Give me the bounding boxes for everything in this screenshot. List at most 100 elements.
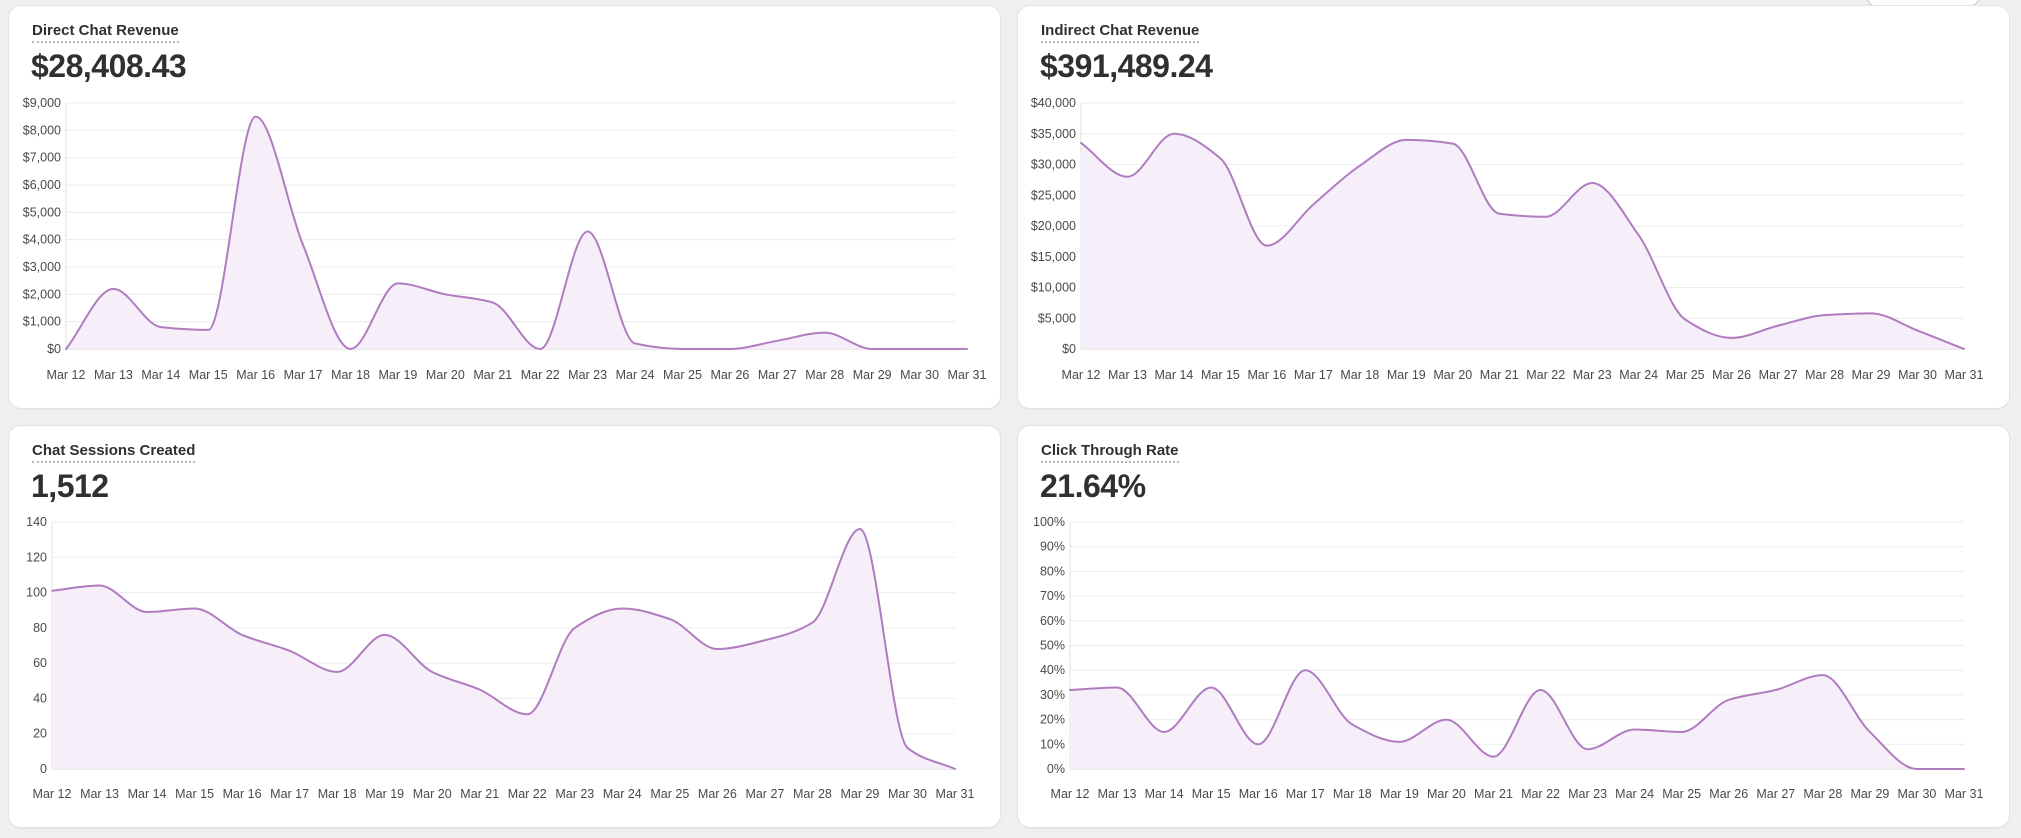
data-point[interactable]	[965, 347, 969, 351]
data-point[interactable]	[1821, 673, 1825, 677]
x-tick-label: Mar 24	[603, 787, 642, 801]
data-point[interactable]	[111, 287, 115, 291]
data-point[interactable]	[810, 621, 814, 625]
data-point[interactable]	[1915, 767, 1919, 771]
x-tick-label: Mar 19	[365, 787, 404, 801]
data-point[interactable]	[586, 229, 590, 233]
series-area	[52, 529, 955, 769]
x-tick-label: Mar 23	[555, 787, 594, 801]
x-tick-label: Mar 15	[1201, 368, 1240, 382]
data-point[interactable]	[1451, 142, 1455, 146]
data-point[interactable]	[1730, 336, 1734, 340]
data-point[interactable]	[430, 670, 434, 674]
data-point[interactable]	[1172, 132, 1176, 136]
data-point[interactable]	[1774, 688, 1778, 692]
data-point[interactable]	[870, 347, 874, 351]
data-point[interactable]	[680, 347, 684, 351]
data-point[interactable]	[1358, 164, 1362, 168]
data-point[interactable]	[1727, 698, 1731, 702]
data-point[interactable]	[1218, 156, 1222, 160]
data-point[interactable]	[525, 712, 529, 716]
y-tick-label: $1,000	[23, 315, 61, 329]
y-tick-label: 20%	[1040, 713, 1065, 727]
data-point[interactable]	[1539, 688, 1543, 692]
data-point[interactable]	[823, 331, 827, 335]
data-point[interactable]	[1162, 730, 1166, 734]
data-point[interactable]	[159, 325, 163, 329]
data-point[interactable]	[98, 584, 102, 588]
x-tick-label: Mar 25	[650, 787, 689, 801]
x-tick-label: Mar 12	[33, 787, 72, 801]
data-point[interactable]	[240, 633, 244, 637]
data-point[interactable]	[1444, 718, 1448, 722]
data-point[interactable]	[206, 328, 210, 332]
data-point[interactable]	[1115, 685, 1119, 689]
data-point[interactable]	[349, 347, 353, 351]
data-point[interactable]	[64, 347, 68, 351]
data-point[interactable]	[620, 606, 624, 610]
data-point[interactable]	[1776, 324, 1780, 328]
data-point[interactable]	[1962, 767, 1966, 771]
data-point[interactable]	[1265, 244, 1269, 248]
x-tick-label: Mar 24	[1619, 368, 1658, 382]
data-point[interactable]	[573, 626, 577, 630]
x-tick-label: Mar 15	[189, 368, 228, 382]
y-tick-label: $6,000	[23, 178, 61, 192]
y-tick-label: $5,000	[1038, 311, 1076, 325]
data-point[interactable]	[1869, 311, 1873, 315]
data-point[interactable]	[775, 339, 779, 343]
data-point[interactable]	[193, 606, 197, 610]
data-point[interactable]	[905, 746, 909, 750]
data-point[interactable]	[538, 347, 542, 351]
data-point[interactable]	[1962, 347, 1966, 351]
data-point[interactable]	[1683, 317, 1687, 321]
data-point[interactable]	[1311, 202, 1315, 206]
data-point[interactable]	[478, 688, 482, 692]
data-point[interactable]	[50, 589, 54, 593]
data-point[interactable]	[254, 115, 258, 119]
data-point[interactable]	[1256, 742, 1260, 746]
data-point[interactable]	[715, 647, 719, 651]
y-tick-label: $25,000	[1031, 188, 1076, 202]
y-tick-label: 120	[26, 550, 47, 564]
data-point[interactable]	[1303, 668, 1307, 672]
data-point[interactable]	[1209, 685, 1213, 689]
data-point[interactable]	[1404, 138, 1408, 142]
data-point[interactable]	[1633, 727, 1637, 731]
data-point[interactable]	[918, 347, 922, 351]
data-point[interactable]	[1125, 175, 1129, 179]
data-point[interactable]	[1916, 329, 1920, 333]
data-point[interactable]	[383, 633, 387, 637]
data-point[interactable]	[301, 243, 305, 247]
data-point[interactable]	[145, 610, 149, 614]
data-point[interactable]	[763, 638, 767, 642]
data-point[interactable]	[443, 292, 447, 296]
data-point[interactable]	[335, 670, 339, 674]
data-point[interactable]	[858, 527, 862, 531]
data-point[interactable]	[1068, 688, 1072, 692]
data-point[interactable]	[1823, 313, 1827, 317]
data-point[interactable]	[1544, 215, 1548, 219]
data-point[interactable]	[491, 301, 495, 305]
data-point[interactable]	[1680, 730, 1684, 734]
data-point[interactable]	[1497, 212, 1501, 216]
data-point[interactable]	[1586, 747, 1590, 751]
data-point[interactable]	[1868, 730, 1872, 734]
data-point[interactable]	[633, 342, 637, 346]
data-point[interactable]	[288, 649, 292, 653]
data-point[interactable]	[953, 767, 957, 771]
x-tick-label: Mar 13	[1108, 368, 1147, 382]
series-line[interactable]	[65, 115, 968, 350]
data-point[interactable]	[668, 617, 672, 621]
data-point[interactable]	[728, 347, 732, 351]
data-point[interactable]	[1491, 755, 1495, 759]
x-tick-label: Mar 31	[948, 368, 987, 382]
y-tick-label: $5,000	[23, 205, 61, 219]
data-point[interactable]	[396, 281, 400, 285]
data-point[interactable]	[1637, 233, 1641, 237]
data-point[interactable]	[1397, 740, 1401, 744]
data-point[interactable]	[1079, 141, 1083, 145]
x-tick-label: Mar 26	[710, 368, 749, 382]
data-point[interactable]	[1350, 723, 1354, 727]
data-point[interactable]	[1590, 181, 1594, 185]
